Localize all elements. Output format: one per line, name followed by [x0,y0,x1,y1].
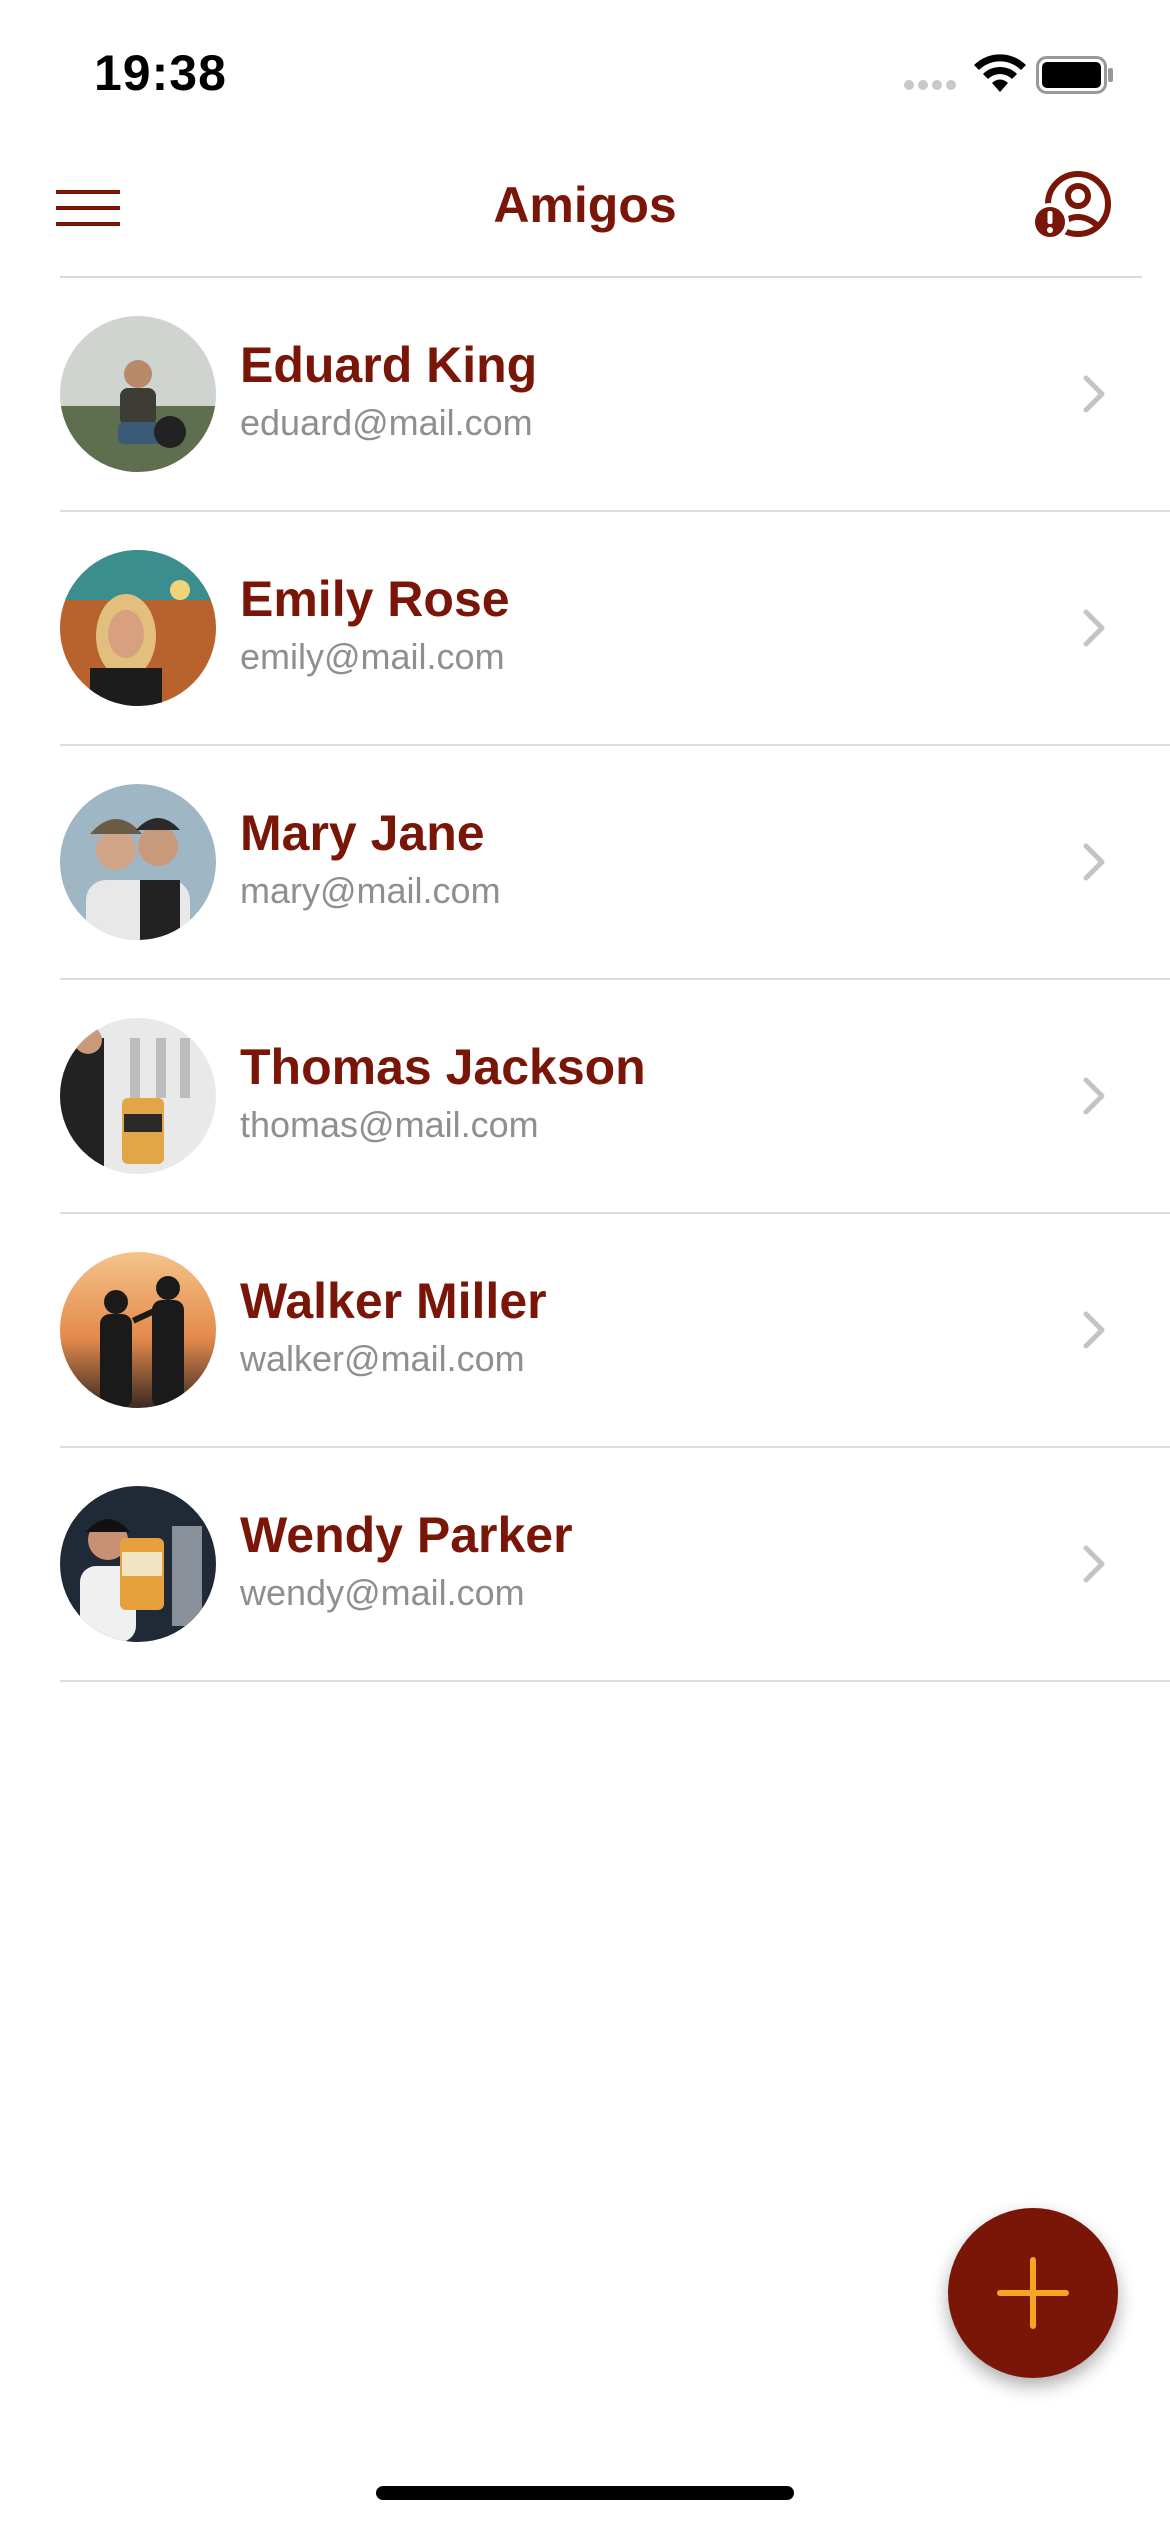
avatar [60,550,216,706]
avatar [60,1252,216,1408]
navigation-bar: Amigos [0,140,1170,276]
battery-icon [1036,56,1113,94]
plus-icon [997,2257,1069,2329]
status-bar: 19:38 [0,0,1170,140]
home-indicator[interactable] [376,2486,794,2500]
contact-row[interactable]: Emily Rose emily@mail.com [60,512,1170,746]
contact-name: Mary Jane [240,805,485,861]
chevron-right-icon [1083,1311,1105,1349]
chevron-right-icon [1083,1545,1105,1583]
profile-alert-icon[interactable] [1032,170,1114,242]
avatar [60,784,216,940]
contact-row[interactable]: Walker Miller walker@mail.com [60,1214,1170,1448]
contact-email: emily@mail.com [240,636,505,677]
contact-email: mary@mail.com [240,870,501,911]
wifi-icon [974,54,1026,92]
contact-email: thomas@mail.com [240,1104,539,1145]
avatar [60,1486,216,1642]
add-contact-button[interactable] [948,2208,1118,2378]
chevron-right-icon [1083,1077,1105,1115]
contact-name: Wendy Parker [240,1507,573,1563]
contact-row[interactable]: Mary Jane mary@mail.com [60,746,1170,980]
contacts-screen: 19:38 Amigos Eduard King eduard@mail.com… [0,0,1170,2532]
contact-name: Walker Miller [240,1273,547,1329]
cellular-signal-icon [904,80,958,92]
contact-email: wendy@mail.com [240,1572,525,1613]
avatar [60,1018,216,1174]
chevron-right-icon [1083,375,1105,413]
contact-name: Emily Rose [240,571,510,627]
avatar [60,316,216,472]
page-title: Amigos [493,177,677,233]
contact-name: Eduard King [240,337,538,393]
contact-row[interactable]: Thomas Jackson thomas@mail.com [60,980,1170,1214]
contact-name: Thomas Jackson [240,1039,646,1095]
contact-row[interactable]: Eduard King eduard@mail.com [60,278,1170,512]
contact-email: eduard@mail.com [240,402,533,443]
contact-list: Eduard King eduard@mail.com Emily Rose e… [0,278,1170,1682]
chevron-right-icon [1083,609,1105,647]
contact-row[interactable]: Wendy Parker wendy@mail.com [60,1448,1170,1682]
status-time: 19:38 [94,45,227,101]
chevron-right-icon [1083,843,1105,881]
contact-email: walker@mail.com [240,1338,525,1379]
